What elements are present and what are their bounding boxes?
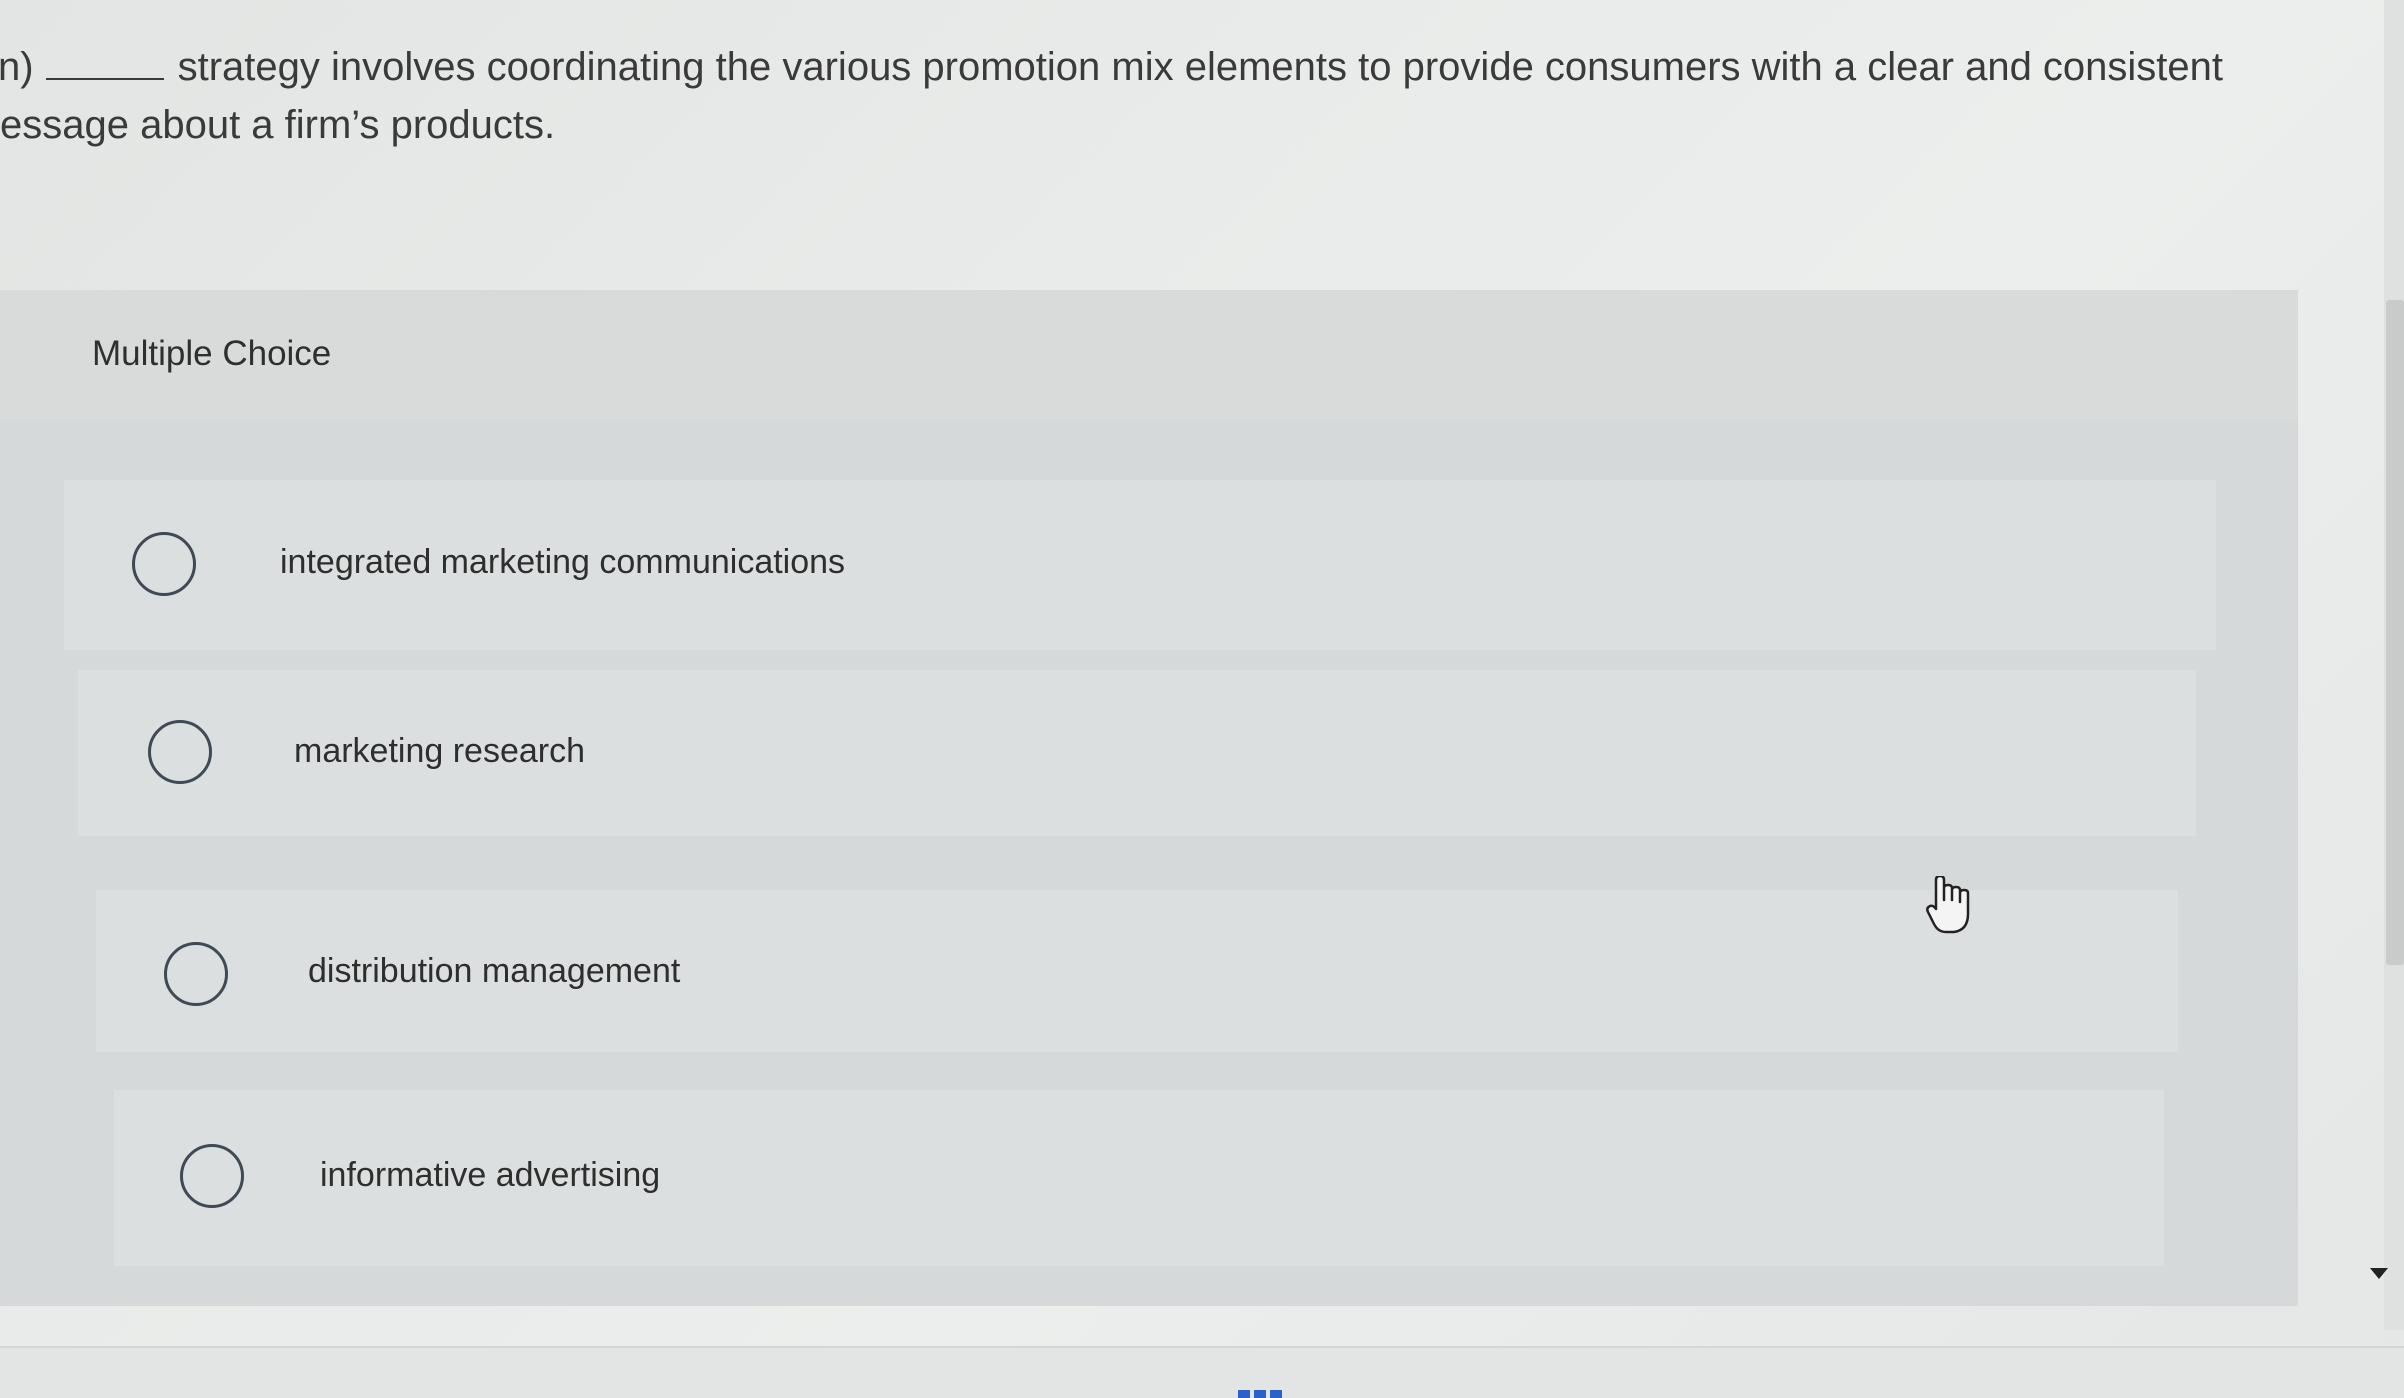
choice-label: integrated marketing communications: [280, 543, 846, 581]
more-dots-icon[interactable]: [1238, 1390, 1282, 1398]
choice-option[interactable]: marketing research: [78, 670, 2196, 836]
dot: [1238, 1390, 1250, 1398]
dot: [1270, 1390, 1282, 1398]
question-text: n) strategy involves coordinating the var…: [0, 38, 2330, 154]
question-type-label: Multiple Choice: [92, 334, 332, 373]
choice-option[interactable]: distribution management: [96, 890, 2178, 1052]
choice-label: marketing research: [294, 732, 586, 770]
triangle-down-icon[interactable]: [2370, 1268, 2388, 1279]
card-header: Multiple Choice: [0, 290, 2298, 420]
radio-button[interactable]: [180, 1144, 244, 1208]
answer-blank: [45, 40, 164, 80]
question-line-1: strategy involves coordinating the vario…: [177, 45, 2224, 89]
question-card: Multiple Choice integrated marketing com…: [0, 290, 2298, 1306]
choice-option[interactable]: informative advertising: [114, 1090, 2164, 1266]
choice-option[interactable]: integrated marketing communications: [64, 480, 2216, 650]
hand-pointer-icon: [1926, 876, 1970, 934]
choice-label: informative advertising: [320, 1156, 661, 1194]
radio-button[interactable]: [148, 720, 212, 784]
dot: [1254, 1390, 1266, 1398]
radio-button[interactable]: [132, 532, 196, 596]
choice-list: integrated marketing communications mark…: [0, 420, 2298, 1306]
scrollbar-thumb[interactable]: [2386, 300, 2404, 965]
question-line-2: essage about a firm’s products.: [0, 103, 556, 147]
question-number: n): [0, 45, 34, 89]
choice-label: distribution management: [308, 952, 681, 990]
bottom-navigation-bar: [0, 1346, 2404, 1398]
radio-button[interactable]: [164, 942, 228, 1006]
